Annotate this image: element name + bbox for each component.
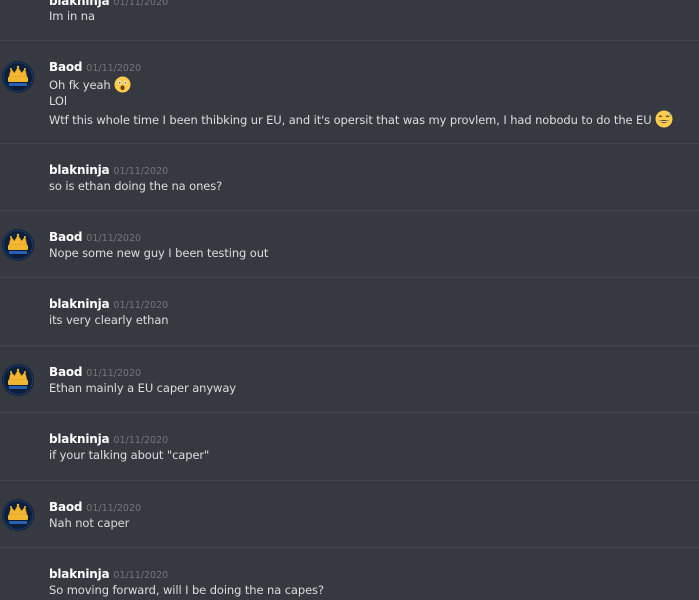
message-text: Wtf this whole time I been thibking ur E… (49, 110, 673, 132)
message-text: Nope some new guy I been testing out (49, 246, 269, 260)
owner-crown-avatar-icon (2, 364, 34, 396)
message-timestamp: 01/11/2020 (113, 0, 169, 8)
author-name[interactable]: blakninja (49, 432, 110, 446)
author-name[interactable]: blakninja (49, 0, 110, 8)
message-header: Baod 01/11/2020 (49, 364, 141, 381)
astonished-face-emoji-icon (114, 76, 131, 97)
grinning-sweat-emoji-icon (655, 110, 673, 132)
message-header: blakninja 01/11/2020 (49, 296, 168, 313)
owner-crown-avatar-icon (2, 61, 34, 93)
author-name[interactable]: Baod (49, 365, 82, 379)
message-header: blakninja 01/11/2020 (49, 431, 168, 448)
message-divider (0, 412, 699, 413)
message-timestamp: 01/11/2020 (86, 368, 142, 379)
author-name[interactable]: Baod (49, 230, 82, 244)
message-text: Nah not caper (49, 516, 130, 530)
user-avatar[interactable] (2, 229, 34, 261)
message-divider (0, 277, 699, 278)
message-divider (0, 40, 699, 41)
message-divider (0, 210, 699, 211)
author-name[interactable]: blakninja (49, 297, 110, 311)
message-timestamp: 01/11/2020 (113, 166, 169, 177)
author-name[interactable]: blakninja (49, 567, 110, 581)
chat-message-list: blakninja 01/11/2020 Im in na Baod 01/11/2… (0, 0, 699, 600)
user-avatar[interactable] (2, 499, 34, 531)
message-text: so is ethan doing the na ones? (49, 179, 223, 193)
message-text: Ethan mainly a EU caper anyway (49, 381, 237, 395)
message-timestamp: 01/11/2020 (113, 435, 169, 446)
author-name[interactable]: Baod (49, 60, 82, 74)
user-avatar[interactable] (2, 364, 34, 396)
owner-crown-avatar-icon (2, 499, 34, 531)
author-name[interactable]: blakninja (49, 163, 110, 177)
message-header: blakninja 01/11/2020 (49, 566, 168, 583)
message-divider (0, 345, 699, 346)
message-header: blakninja 01/11/2020 (49, 162, 168, 179)
message-text: Im in na (49, 9, 95, 23)
message-header: Baod 01/11/2020 (49, 499, 141, 516)
message-header: Baod 01/11/2020 (49, 59, 141, 76)
message-timestamp: 01/11/2020 (86, 63, 142, 74)
message-text: So moving forward, will I be doing the n… (49, 583, 324, 597)
owner-crown-avatar-icon (2, 229, 34, 261)
message-text: its very clearly ethan (49, 313, 169, 327)
message-timestamp: 01/11/2020 (113, 570, 169, 581)
message-text: if your talking about "caper" (49, 448, 210, 462)
message-divider (0, 547, 699, 548)
message-timestamp: 01/11/2020 (86, 503, 142, 514)
message-text-content: Oh fk yeah (49, 78, 111, 92)
message-header: Baod 01/11/2020 (49, 229, 141, 246)
message-divider (0, 143, 699, 144)
message-text: LOl (49, 94, 67, 108)
message-divider (0, 480, 699, 481)
message-text-content: Wtf this whole time I been thibking ur E… (49, 113, 652, 127)
message-timestamp: 01/11/2020 (113, 300, 169, 311)
message-timestamp: 01/11/2020 (86, 233, 142, 244)
user-avatar[interactable] (2, 61, 34, 93)
author-name[interactable]: Baod (49, 500, 82, 514)
